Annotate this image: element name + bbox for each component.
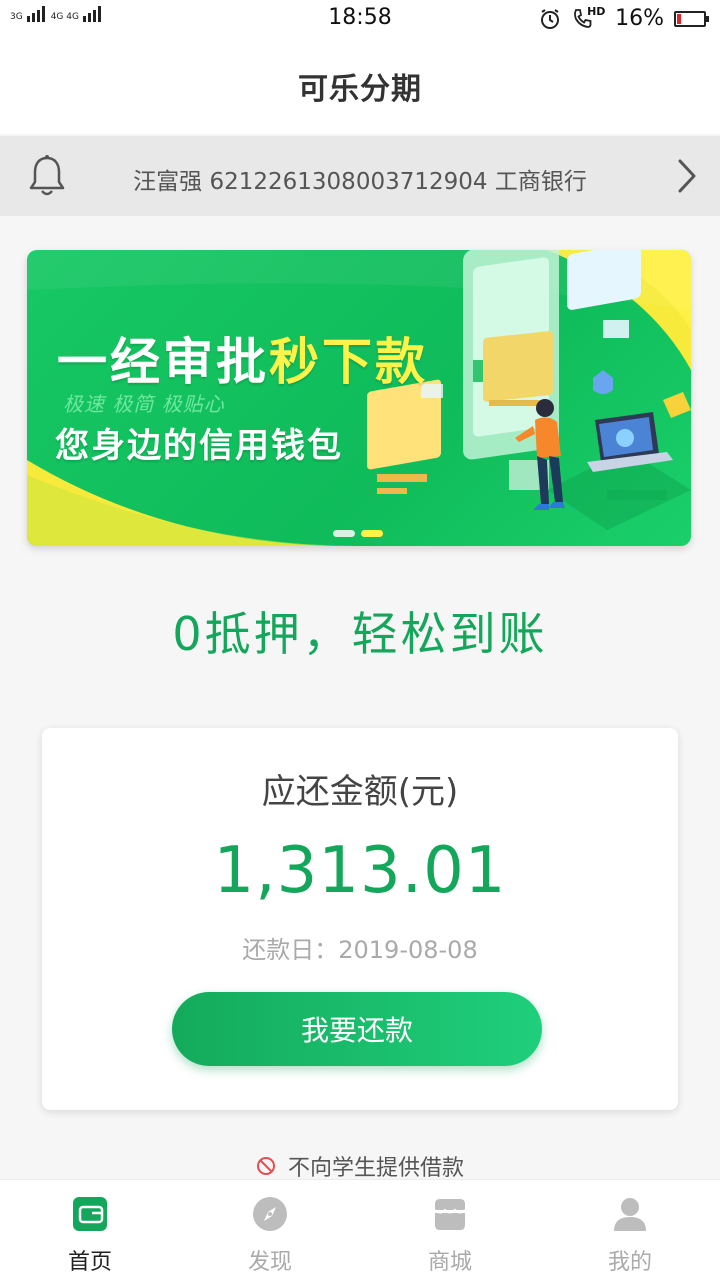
app-header: 可乐分期 (0, 38, 720, 134)
account-notice-bar[interactable]: 汪富强 6212261308003712904 工商银行 (0, 136, 720, 216)
battery-icon (674, 10, 709, 27)
due-date: 还款日：2019-08-08 (242, 936, 478, 964)
tab-home[interactable]: 首页 (0, 1180, 180, 1280)
amount-due-label: 应还金额(元) (261, 772, 459, 812)
status-right: HD 16% (539, 4, 709, 31)
student-notice-text: 不向学生提供借款 (287, 1156, 464, 1181)
repayment-card: 应还金额(元) 1,313.01 还款日：2019-08-08 我要还款 (42, 728, 678, 1110)
account-notice-text: 汪富强 6212261308003712904 工商银行 (133, 169, 587, 195)
hd-call-icon: HD (571, 4, 606, 31)
store-icon (434, 1199, 466, 1230)
carousel-dots[interactable] (333, 530, 383, 537)
banner-subline: 极速 极简 极贴心 (63, 392, 225, 416)
prohibited-icon (256, 1157, 275, 1175)
student-loan-notice: 不向学生提供借款 (0, 1150, 720, 1182)
compass-icon (253, 1197, 287, 1231)
carousel-dot[interactable] (333, 530, 355, 537)
banner-headline: 一经审批秒下款 (57, 333, 428, 391)
user-icon (614, 1198, 646, 1231)
tab-discover[interactable]: 发现 (180, 1180, 360, 1280)
status-bar: 3G 4G 4G 18:58 HD 16% (0, 0, 720, 38)
wallet-icon (73, 1197, 107, 1231)
alarm-icon (541, 8, 560, 29)
battery-level (677, 13, 681, 24)
tab-mall[interactable]: 商城 (360, 1180, 540, 1280)
tab-profile[interactable]: 我的 (540, 1180, 720, 1280)
amount-due-value: 1,313.01 (213, 834, 507, 908)
tab-mall-label: 商城 (427, 1250, 472, 1275)
page-title: 可乐分期 (298, 72, 422, 107)
banner-tagline: 您身边的信用钱包 (55, 426, 343, 466)
bottom-tab-bar: 首页 发现 商城 我的 (0, 1180, 720, 1280)
slogan-text: 0抵押，轻松到账 (172, 607, 548, 661)
tab-home-label: 首页 (67, 1250, 112, 1275)
tab-discover-label: 发现 (247, 1250, 292, 1275)
battery-percent: 16% (615, 6, 664, 31)
tab-profile-label: 我的 (607, 1250, 652, 1275)
carousel-dot[interactable] (361, 530, 383, 537)
chevron-right-icon[interactable] (676, 158, 698, 194)
hd-label: HD (587, 4, 606, 18)
promo-banner[interactable]: 一经审批秒下款 极速 极简 极贴心 您身边的信用钱包 (27, 250, 691, 546)
repay-button[interactable]: 我要还款 (172, 992, 542, 1066)
